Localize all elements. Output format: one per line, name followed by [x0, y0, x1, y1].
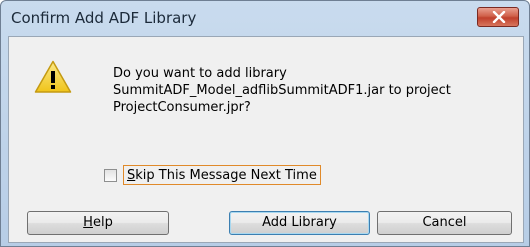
dialog-title: Confirm Add ADF Library	[11, 9, 197, 27]
skip-message-label[interactable]: Skip This Message Next Time	[123, 165, 321, 185]
warning-icon	[34, 60, 72, 93]
cancel-button[interactable]: Cancel	[377, 211, 512, 235]
confirm-message: Do you want to add library SummitADF_Mod…	[113, 65, 493, 116]
close-button[interactable]	[477, 7, 519, 27]
close-icon	[492, 11, 506, 23]
message-line: Do you want to add library	[113, 66, 287, 81]
skip-message-checkbox[interactable]	[104, 169, 117, 182]
help-button[interactable]: Help	[27, 211, 169, 235]
confirm-dialog: Confirm Add ADF Library Do you want to a…	[0, 0, 530, 247]
message-line: ProjectConsumer.jpr?	[113, 100, 251, 115]
add-library-button[interactable]: Add Library	[229, 211, 370, 235]
message-line: SummitADF_Model_adflibSummitADF1.jar to …	[113, 83, 451, 98]
dialog-body: Do you want to add library SummitADF_Mod…	[8, 36, 524, 243]
title-bar[interactable]: Confirm Add ADF Library	[1, 1, 529, 37]
